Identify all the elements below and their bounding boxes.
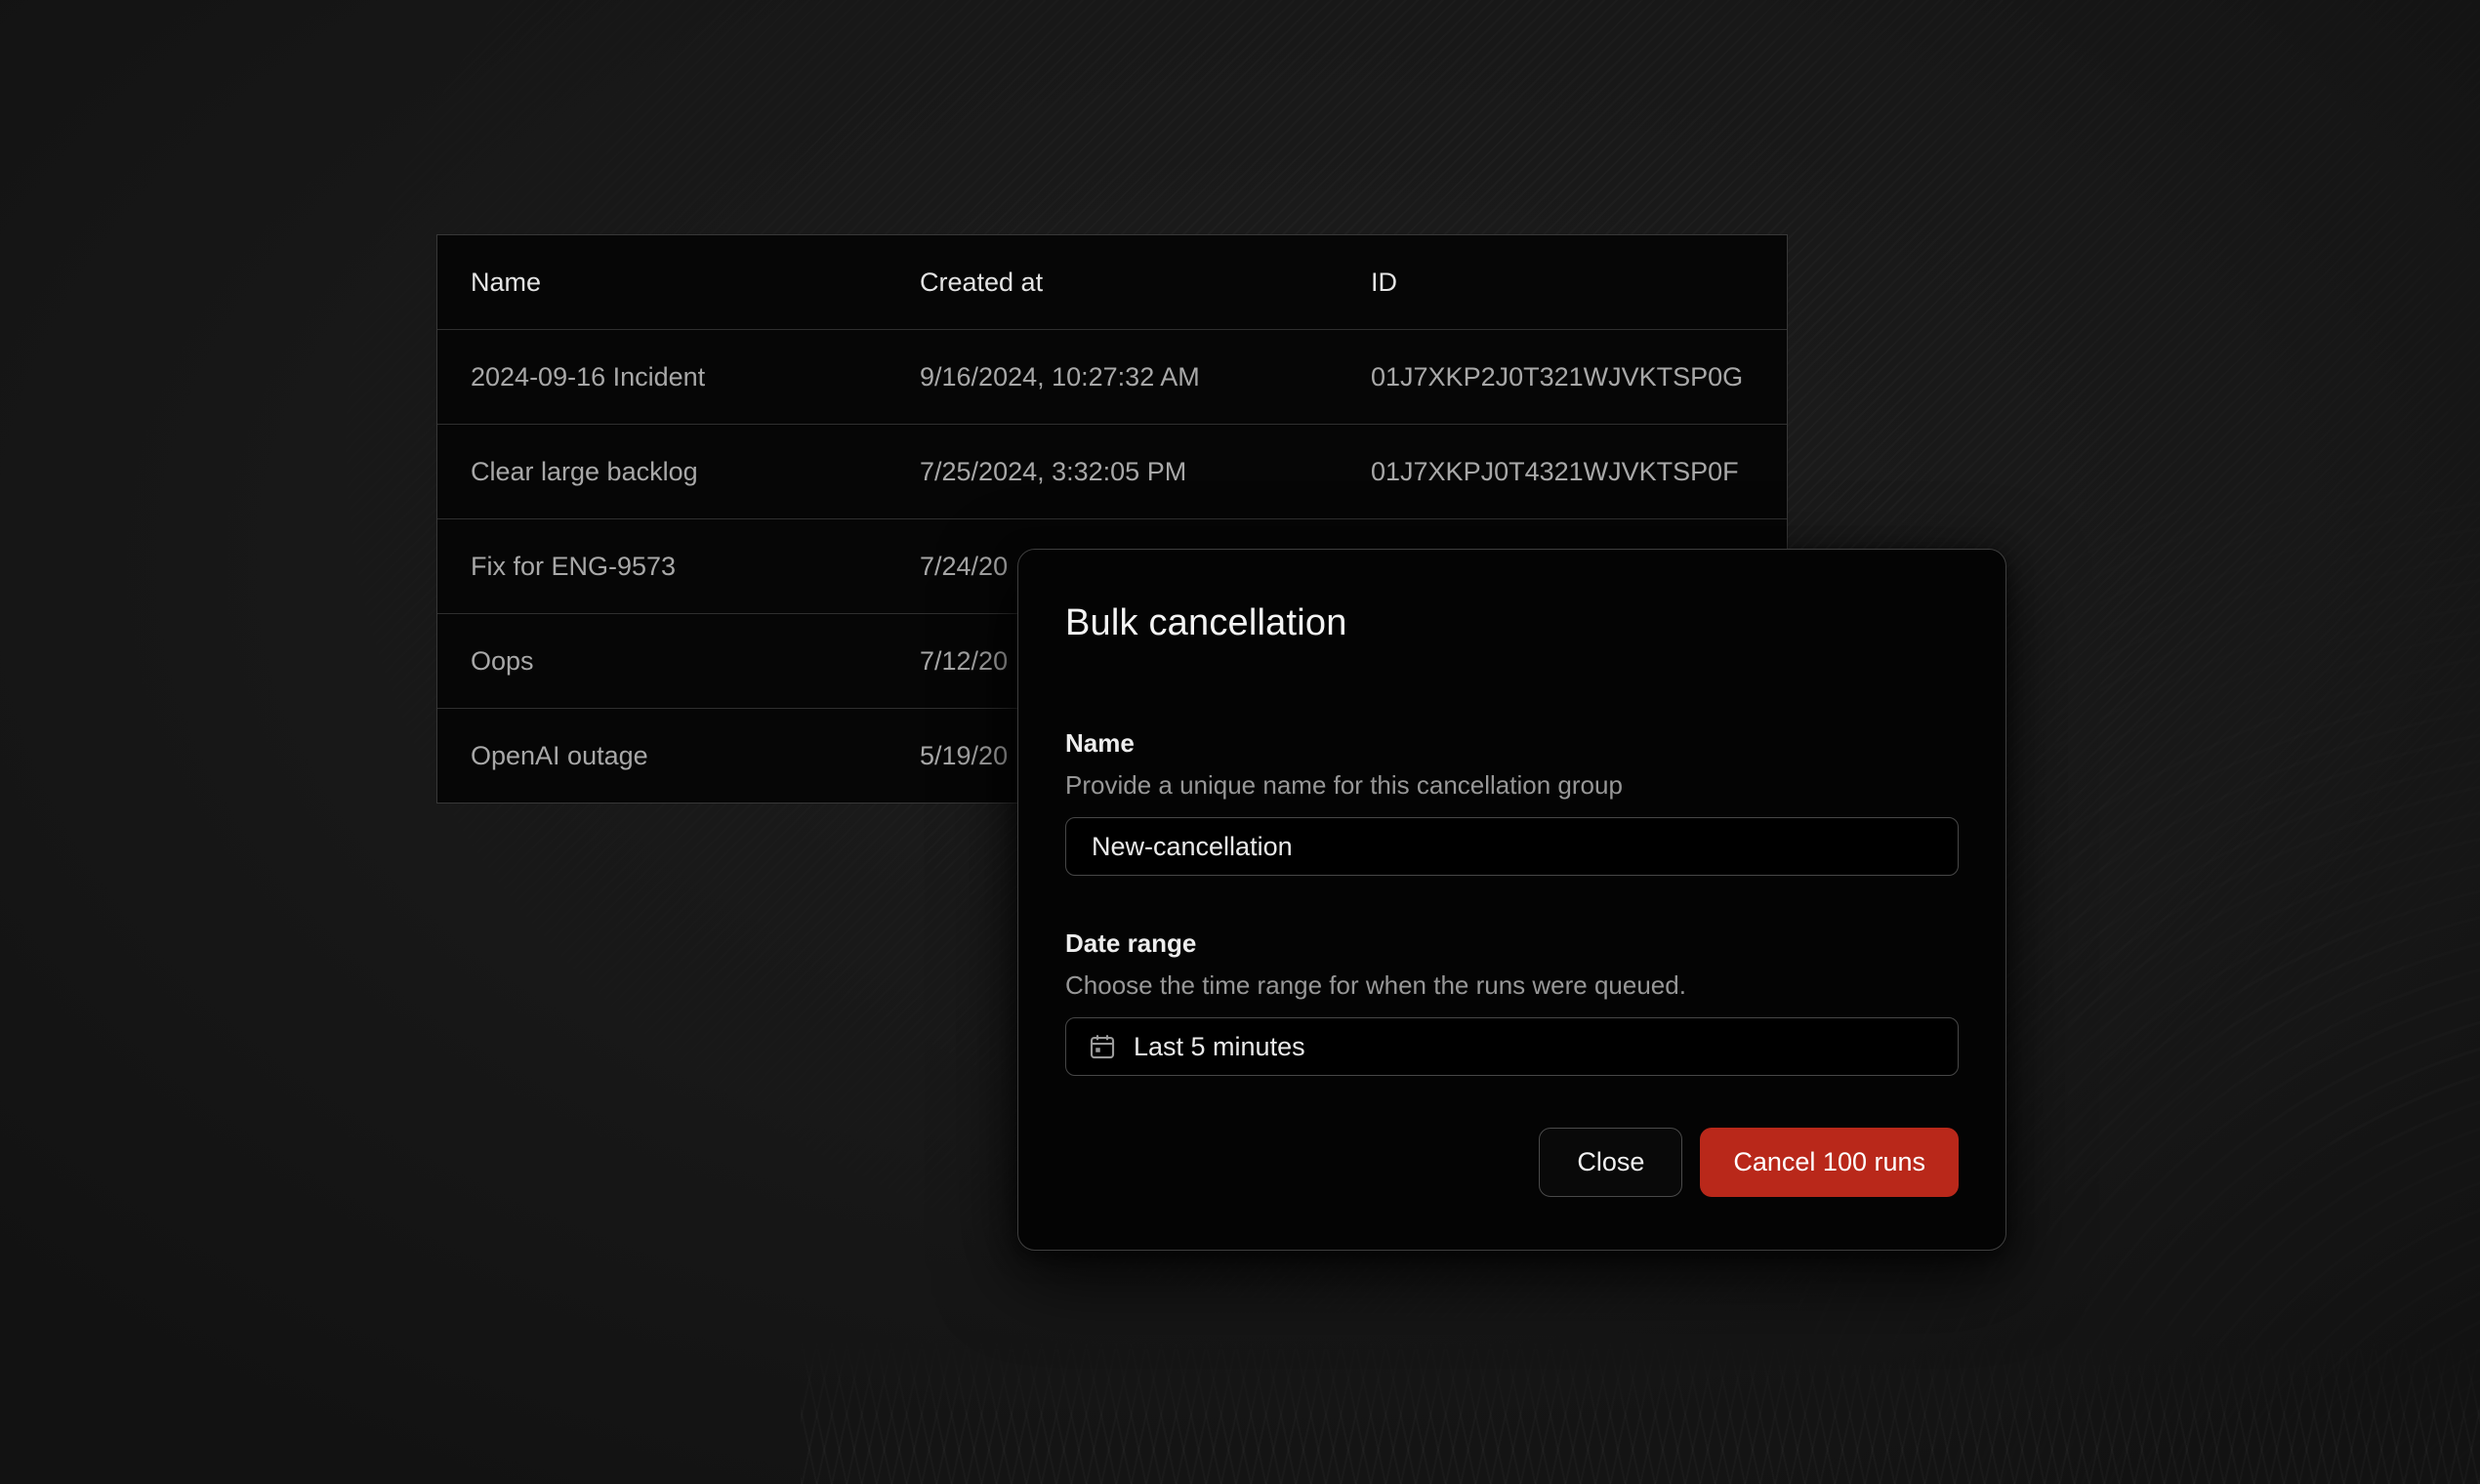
date-range-value: Last 5 minutes	[1134, 1032, 1305, 1062]
date-range-select[interactable]: Last 5 minutes	[1065, 1017, 1959, 1076]
table-row[interactable]: 2024-09-16 Incident 9/16/2024, 10:27:32 …	[437, 329, 1787, 424]
close-button[interactable]: Close	[1539, 1128, 1682, 1197]
name-field-group: Name Provide a unique name for this canc…	[1065, 728, 1959, 876]
cancel-runs-button[interactable]: Cancel 100 runs	[1700, 1128, 1959, 1197]
table-header-row: Name Created at ID	[437, 235, 1787, 329]
cell-created-at: 9/16/2024, 10:27:32 AM	[920, 362, 1371, 392]
cell-name: 2024-09-16 Incident	[437, 362, 920, 392]
column-header-name: Name	[437, 268, 920, 298]
date-range-field-group: Date range Choose the time range for whe…	[1065, 928, 1959, 1076]
cell-created-at: 7/25/2024, 3:32:05 PM	[920, 457, 1371, 487]
cell-name: Clear large backlog	[437, 457, 920, 487]
table-row[interactable]: Clear large backlog 7/25/2024, 3:32:05 P…	[437, 424, 1787, 518]
cell-name: Fix for ENG-9573	[437, 552, 920, 582]
name-field-label: Name	[1065, 728, 1959, 759]
calendar-icon	[1088, 1032, 1117, 1061]
date-range-label: Date range	[1065, 928, 1959, 959]
dialog-footer: Close Cancel 100 runs	[1539, 1128, 1959, 1197]
bulk-cancellation-dialog: Bulk cancellation Name Provide a unique …	[1017, 549, 2006, 1251]
column-header-id: ID	[1371, 268, 1787, 298]
name-field-description: Provide a unique name for this cancellat…	[1065, 770, 1959, 801]
column-header-created-at: Created at	[920, 268, 1371, 298]
background-mesh-pattern	[801, 1338, 2480, 1484]
cell-name: Oops	[437, 646, 920, 677]
cancellation-name-input[interactable]	[1065, 817, 1959, 876]
cell-id: 01J7XKP2J0T321WJVKTSP0G	[1371, 362, 1787, 392]
date-range-description: Choose the time range for when the runs …	[1065, 970, 1959, 1001]
dialog-title: Bulk cancellation	[1065, 602, 1959, 644]
cell-name: OpenAI outage	[437, 741, 920, 771]
cell-id: 01J7XKPJ0T4321WJVKTSP0F	[1371, 457, 1787, 487]
